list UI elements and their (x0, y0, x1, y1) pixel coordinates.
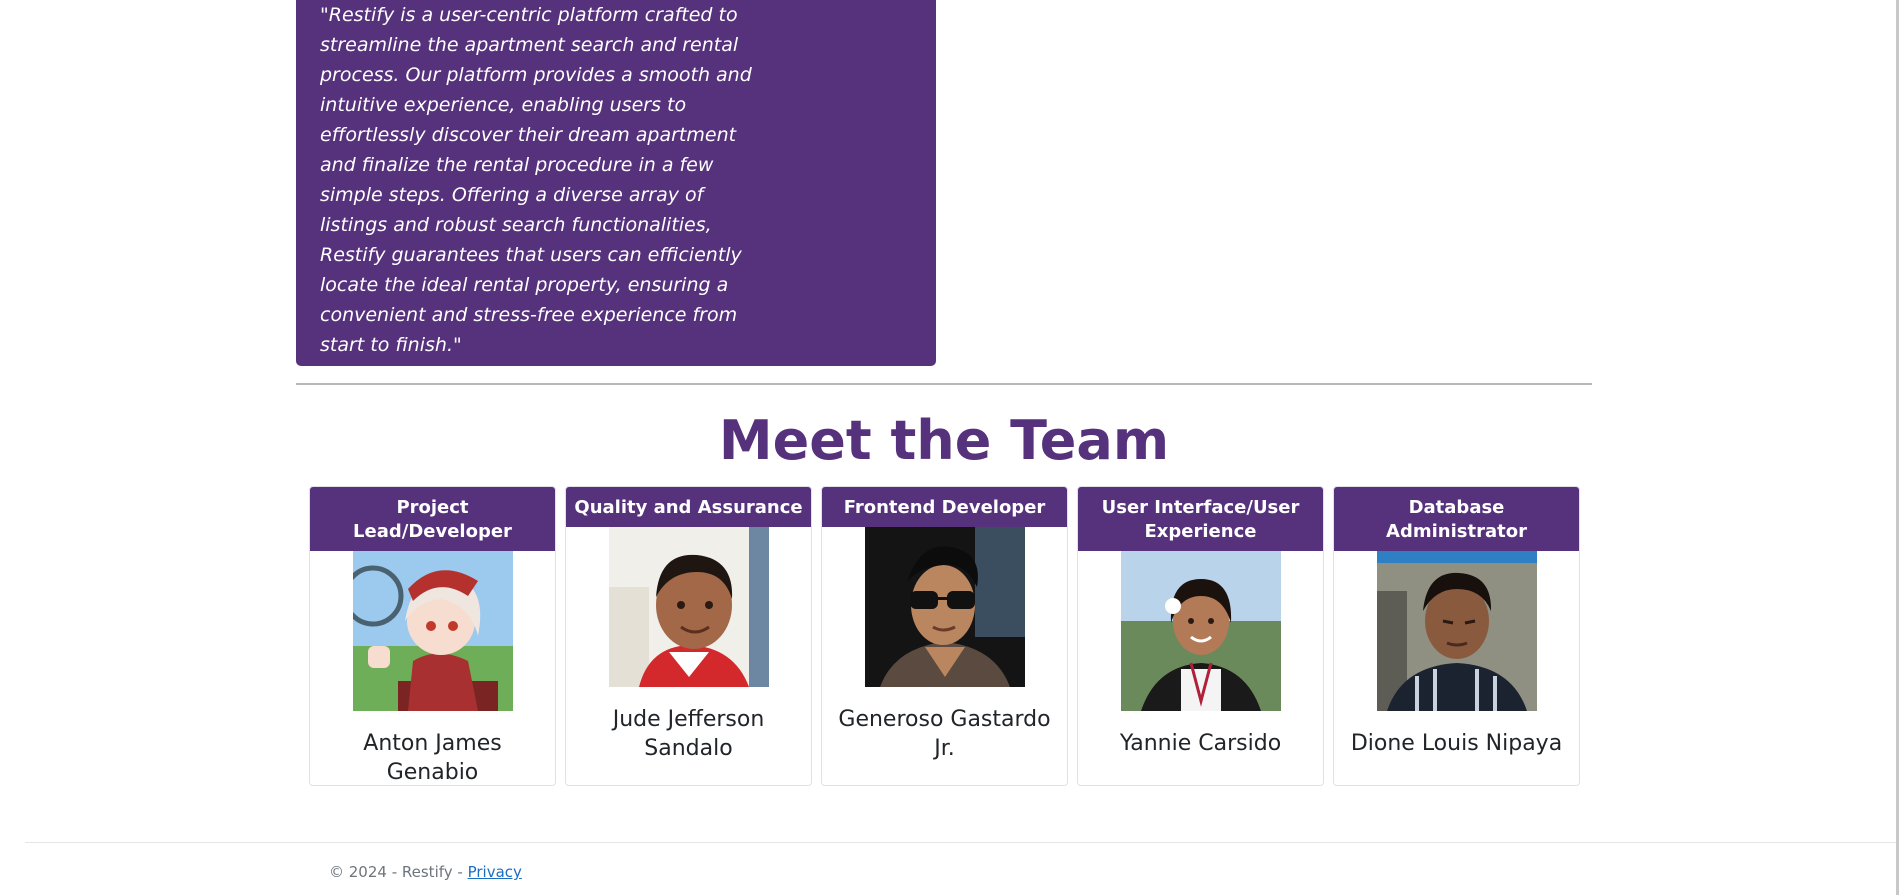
member-name: Anton James Genabio (363, 731, 502, 785)
about-card: "Restify is a user-centric platform craf… (296, 0, 936, 366)
privacy-link[interactable]: Privacy (468, 863, 522, 881)
team-heading: Meet the Team (718, 409, 1170, 472)
member-photo (352, 551, 513, 711)
footer-divider (25, 842, 1899, 843)
member-name: Yannie Carsido (1119, 731, 1282, 756)
team-card-role: Project Lead/Developer (310, 487, 555, 551)
about-description: "Restify is a user-centric platform craf… (320, 4, 752, 356)
team-card-dione: Database Administrator Dione Louis Nipay… (1333, 486, 1580, 786)
team-card-jude: Quality and Assurance Jude Jefferson San… (565, 486, 812, 786)
member-photo (1120, 551, 1281, 711)
team-card-yannie: User Interface/User Experience Yannie Ca… (1077, 486, 1324, 786)
member-name: Jude Jefferson Sandalo (612, 707, 765, 761)
member-name: Dione Louis Nipaya (1350, 731, 1563, 756)
member-name: Generoso Gastardo Jr. (838, 707, 1051, 761)
member-photo (864, 527, 1025, 687)
team-card-anton: Project Lead/Developer Anton James Genab… (309, 486, 556, 786)
footer-copyright: © 2024 - Restify - (329, 863, 468, 881)
team-card-role: Quality and Assurance (566, 487, 811, 527)
team-card-role: Database Administrator (1334, 487, 1579, 551)
team-card-role: User Interface/User Experience (1078, 487, 1323, 551)
section-divider (296, 383, 1592, 385)
footer: © 2024 - Restify - Privacy (329, 863, 522, 881)
team-card-role: Frontend Developer (822, 487, 1067, 527)
member-photo (1376, 551, 1537, 711)
member-photo (608, 527, 769, 687)
team-card-generoso: Frontend Developer Generoso Gastardo Jr. (821, 486, 1068, 786)
